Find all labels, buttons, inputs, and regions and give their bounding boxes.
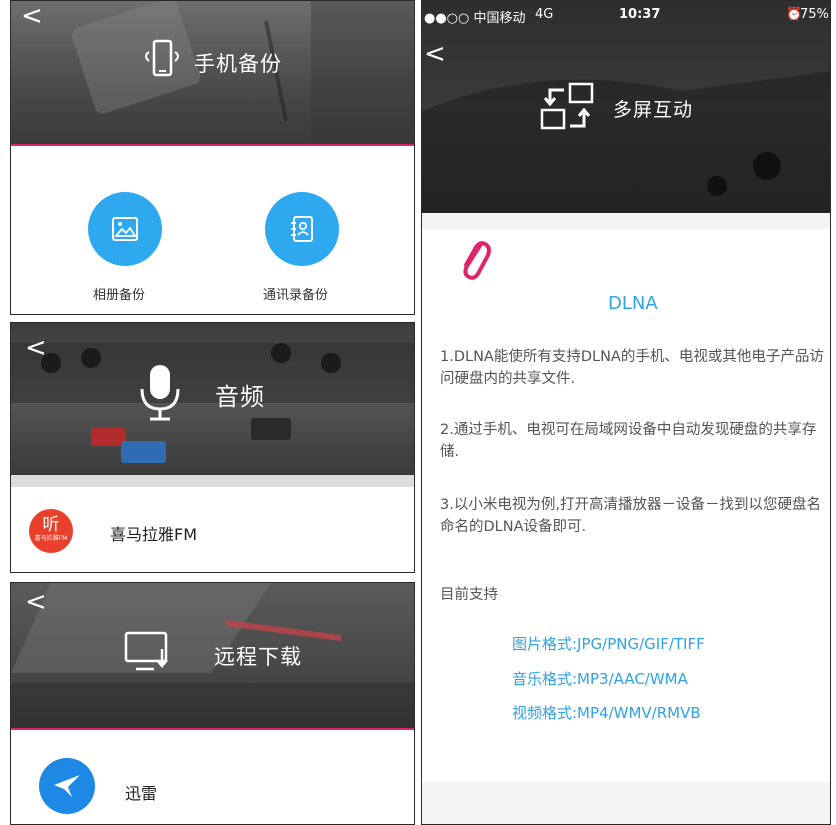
- back-button[interactable]: <: [25, 335, 47, 361]
- status-network: 4G: [535, 7, 554, 22]
- paperclip-icon: [463, 241, 491, 280]
- page-title: 手机备份: [194, 52, 282, 76]
- remote-download-panel: < 远程下载 迅雷: [10, 582, 415, 825]
- back-button[interactable]: <: [424, 41, 446, 67]
- accent-divider: [11, 475, 414, 487]
- album-backup-label: 相册备份: [93, 288, 146, 303]
- dlna-paragraph-1: 1.DLNA能使所有支持DLNA的手机、电视或其他电子产品访问硬盘内的共享文件.: [440, 349, 824, 387]
- back-button[interactable]: <: [25, 589, 47, 615]
- ximalaya-logo: 听 喜马拉雅FM: [29, 509, 73, 553]
- dlna-heading: DLNA: [608, 293, 658, 314]
- image-icon: [112, 217, 138, 241]
- mixer-background-photo: [11, 343, 414, 463]
- contacts-backup-label: 通讯录备份: [263, 288, 329, 303]
- phone-sync-icon: [145, 39, 179, 77]
- page-title: 多屏互动: [613, 99, 694, 121]
- phone-backup-panel: < 手机备份 相册备份 通讯录备份: [10, 0, 415, 315]
- multiscreen-hero: ●●○○ 中国移动 4G 10:37 ⏰ 75% < 多屏互动: [422, 1, 830, 213]
- microphone-icon: [140, 365, 180, 421]
- ximalaya-logo-caption: 喜马拉雅FM: [34, 535, 68, 542]
- ximalaya-item[interactable]: 听 喜马拉雅FM 喜马拉雅FM: [11, 487, 414, 572]
- status-battery: 75%: [800, 7, 829, 22]
- page-title: 音频: [215, 383, 265, 411]
- monitor-download-icon: [124, 631, 168, 671]
- ximalaya-label: 喜马拉雅FM: [110, 525, 198, 544]
- xunlei-label: 迅雷: [125, 784, 158, 803]
- supported-heading: 目前支持: [440, 587, 498, 603]
- audio-panel: < 音频 听 喜马拉雅FM 喜马拉雅FM: [10, 322, 415, 573]
- accent-divider: [11, 144, 414, 146]
- download-hero: < 远程下载: [11, 583, 414, 728]
- format-image: 图片格式:JPG/PNG/GIF/TIFF: [512, 635, 705, 653]
- xunlei-logo: [39, 758, 95, 814]
- format-audio: 音乐格式:MP3/AAC/WMA: [512, 670, 688, 688]
- back-button[interactable]: <: [21, 3, 43, 29]
- dlna-paragraph-2: 2.通过手机、电视可在局域网设备中自动发现硬盘的共享存储.: [440, 422, 817, 460]
- status-time: 10:37: [619, 7, 661, 22]
- xunlei-item[interactable]: 迅雷: [11, 730, 414, 824]
- dlna-paragraph-3: 3.以小米电视为例,打开高清播放器－设备－找到以您硬盘名命名的DLNA设备即可.: [440, 497, 821, 535]
- bird-icon: [54, 775, 80, 797]
- backup-hero: < 手机备份: [11, 1, 414, 144]
- ximalaya-logo-char: 听: [42, 515, 60, 535]
- contacts-backup-button[interactable]: [265, 192, 339, 266]
- album-backup-button[interactable]: [88, 192, 162, 266]
- audio-hero: < 音频: [11, 323, 414, 475]
- laptop-background-photo: [11, 583, 414, 728]
- page-title: 远程下载: [214, 645, 302, 669]
- format-video: 视频格式:MP4/WMV/RMVB: [512, 704, 701, 722]
- multiscreen-icon: [540, 82, 594, 130]
- status-carrier: ●●○○ 中国移动: [424, 11, 526, 26]
- multiscreen-panel: ●●○○ 中国移动 4G 10:37 ⏰ 75% < 多屏互动 DLNA 1.D…: [421, 0, 831, 825]
- contacts-icon: [291, 216, 313, 242]
